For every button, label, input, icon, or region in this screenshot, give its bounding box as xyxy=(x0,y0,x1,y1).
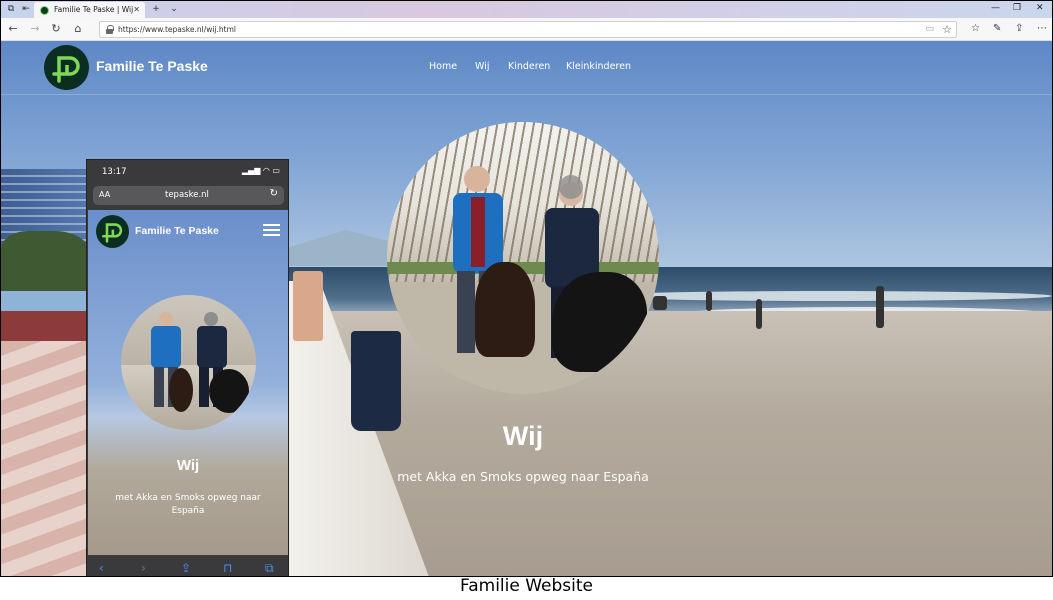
phone-brand[interactable]: Familie Te Paske xyxy=(135,225,219,237)
brown-dog xyxy=(475,262,535,357)
pen-icon[interactable]: ✎ xyxy=(993,22,1001,36)
lock-icon xyxy=(106,25,114,34)
web-page: Familie Te Paske Home Wij Kinderen Klein… xyxy=(1,41,1052,576)
hero-subtitle: met Akka en Smoks opweg naar España xyxy=(397,469,649,484)
phone-back-icon[interactable]: ‹ xyxy=(99,561,104,575)
phone-share-icon[interactable]: ⇪ xyxy=(181,561,191,575)
hero-title: Wij xyxy=(502,421,544,451)
beach-person xyxy=(706,291,712,311)
restore-icon[interactable]: ❐ xyxy=(1013,3,1021,13)
surf-wave xyxy=(601,291,1052,301)
phone-tabs-icon[interactable]: ⧉ xyxy=(265,561,274,576)
photo-trees xyxy=(387,122,659,282)
phone-reload-icon[interactable]: ↻ xyxy=(270,188,278,199)
tab-title: Familie Te Paske | Wij xyxy=(54,5,134,14)
favorite-star-icon[interactable]: ☆ xyxy=(942,22,952,37)
nav-kinderen[interactable]: Kinderen xyxy=(508,61,550,72)
close-window-icon[interactable]: ✕ xyxy=(1036,3,1044,13)
screenshot-frame: ⧉ ⇤ Familie Te Paske | Wij ✕ + ⌄ — ❐ ✕ ←… xyxy=(0,0,1053,577)
hamburger-menu-icon[interactable] xyxy=(263,224,280,236)
new-tab-icon[interactable]: + xyxy=(150,4,162,15)
phone-beach-background xyxy=(88,410,288,555)
share-icon[interactable]: ⇪ xyxy=(1015,22,1023,36)
chevron-down-icon[interactable]: ⌄ xyxy=(168,4,180,15)
beach-person xyxy=(756,299,762,329)
refresh-icon[interactable]: ↻ xyxy=(49,22,63,36)
phone-forward-icon[interactable]: › xyxy=(141,561,146,575)
address-bar-row: ← → ↻ ⌂ https://www.tepaske.nl/wij.html … xyxy=(1,18,1052,41)
beach-person xyxy=(293,271,323,341)
beach-person xyxy=(876,286,884,328)
tab-actions-icon[interactable]: ⧉ xyxy=(5,4,17,15)
trees-background xyxy=(1,231,91,291)
back-icon[interactable]: ← xyxy=(6,22,20,36)
tab-aside-icon[interactable]: ⇤ xyxy=(20,4,32,15)
black-dog xyxy=(552,272,647,372)
forward-icon[interactable]: → xyxy=(28,22,42,36)
nav-home[interactable]: Home xyxy=(429,61,457,72)
phone-hero-photo xyxy=(121,295,256,430)
phone-toolbar: ‹ › ⇪ ⊓ ⧉ xyxy=(87,555,288,576)
nav-wij[interactable]: Wij xyxy=(475,61,489,72)
site-header: Familie Te Paske Home Wij Kinderen Klein… xyxy=(1,41,1052,95)
signal-wifi-battery-icon: ▂▄▆ ◠ ▭ xyxy=(241,166,280,175)
phone-bookmarks-icon[interactable]: ⊓ xyxy=(223,561,232,575)
browser-tab-bar: ⧉ ⇤ Familie Te Paske | Wij ✕ + ⌄ — ❐ ✕ xyxy=(1,1,1052,18)
favicon-icon xyxy=(40,6,49,15)
more-icon[interactable]: ⋯ xyxy=(1037,22,1047,36)
phone-hero-title: Wij xyxy=(176,457,200,474)
text-size-button[interactable]: AA xyxy=(99,190,110,199)
phone-domain: tepaske.nl xyxy=(165,190,209,200)
phone-status-bar: 13:17 ▂▄▆ ◠ ▭ xyxy=(87,160,288,182)
site-logo[interactable] xyxy=(44,45,89,90)
nav-kleinkinderen[interactable]: Kleinkinderen xyxy=(566,61,631,72)
site-brand[interactable]: Familie Te Paske xyxy=(96,58,208,74)
phone-hero-subtitle: met Akka en Smoks opweg naar España xyxy=(115,493,261,516)
reading-view-icon[interactable]: ▭ xyxy=(925,24,934,34)
image-caption: Familie Website xyxy=(460,576,593,596)
phone-address-bar[interactable]: AA tepaske.nl ↻ xyxy=(93,186,284,205)
home-icon[interactable]: ⌂ xyxy=(71,22,85,36)
phone-page: Familie Te Paske Wij met Akka en Smoks o… xyxy=(88,210,288,555)
minimize-icon[interactable]: — xyxy=(991,3,1000,13)
phone-time: 13:17 xyxy=(102,167,127,177)
phone-mockup: 13:17 ▂▄▆ ◠ ▭ AA tepaske.nl ↻ Familie Te… xyxy=(86,159,289,576)
phone-site-logo[interactable] xyxy=(96,215,129,248)
hero-photo xyxy=(387,122,659,394)
url-text: https://www.tepaske.nl/wij.html xyxy=(118,25,237,34)
close-tab-icon[interactable]: ✕ xyxy=(133,2,140,18)
favorites-icon[interactable]: ☆ xyxy=(971,22,980,36)
url-field[interactable]: https://www.tepaske.nl/wij.html ▭ ☆ xyxy=(99,21,957,38)
browser-tab[interactable]: Familie Te Paske | Wij ✕ xyxy=(34,2,145,18)
